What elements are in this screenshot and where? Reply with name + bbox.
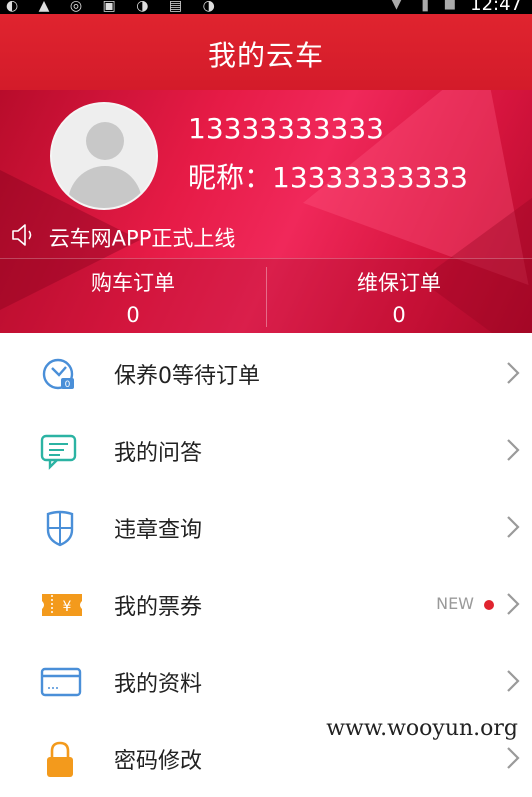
order-count: 0 — [126, 303, 140, 327]
menu-item-label: 我的问答 — [114, 441, 203, 466]
lock-icon — [40, 739, 80, 779]
menu-item-label: 保养0等待订单 — [114, 364, 260, 389]
unread-dot — [484, 600, 494, 610]
menu-item-my-tickets[interactable]: ¥ 我的票券 NEW — [0, 566, 532, 643]
chevron-right-icon — [506, 438, 520, 462]
car-purchase-orders[interactable]: 购车订单 0 — [0, 259, 266, 333]
profile-header: 13333333333 昵称：13333333333 云车网APP正式上线 购车… — [0, 90, 532, 333]
watermark-text: www.wooyun.org — [322, 716, 522, 741]
chat-bubble-icon — [40, 431, 80, 471]
ticket-icon: ¥ — [40, 585, 82, 625]
speaker-icon — [10, 222, 36, 253]
title-bar: 我的云车 — [0, 14, 532, 90]
announcement[interactable]: 云车网APP正式上线 — [10, 222, 235, 252]
chevron-right-icon — [506, 361, 520, 385]
status-bar: ◐ ▲ ◎ ▣ ◑ ▤ ◑ ▼ ▐ ■ 12:47 — [0, 0, 532, 14]
announcement-text: 云车网APP正式上线 — [48, 226, 236, 251]
avatar-body-shape — [68, 166, 142, 208]
order-count: 0 — [392, 303, 406, 327]
menu-item-label: 密码修改 — [114, 749, 203, 774]
status-notification-icons: ◐ ▲ ◎ ▣ ◑ ▤ ◑ — [6, 0, 223, 14]
menu-item-maintenance-pending[interactable]: 0 保养0等待订单 — [0, 335, 532, 412]
avatar[interactable] — [50, 102, 158, 210]
chevron-right-icon — [506, 592, 520, 616]
order-label: 购车订单 — [91, 271, 175, 295]
card-icon — [40, 662, 82, 702]
menu-item-my-qa[interactable]: 我的问答 — [0, 412, 532, 489]
avatar-head-shape — [86, 122, 124, 160]
chevron-right-icon — [506, 515, 520, 539]
menu-item-my-profile[interactable]: 我的资料 — [0, 643, 532, 720]
menu-item-label: 我的票券 — [114, 595, 203, 620]
chevron-right-icon — [506, 669, 520, 693]
svg-text:¥: ¥ — [63, 599, 72, 615]
new-badge: NEW — [436, 594, 474, 613]
order-summary: 购车订单 0 维保订单 0 — [0, 258, 532, 333]
menu-item-violation-query[interactable]: 违章查询 — [0, 489, 532, 566]
status-system-icons: ▼ ▐ ■ — [391, 0, 462, 12]
user-nickname: 昵称：13333333333 — [188, 161, 468, 194]
maintenance-clock-icon: 0 — [40, 354, 80, 394]
menu-item-label: 违章查询 — [114, 518, 203, 543]
status-time: 12:47 — [470, 0, 522, 14]
svg-text:0: 0 — [65, 380, 71, 390]
order-label: 维保订单 — [357, 271, 441, 295]
maintenance-orders[interactable]: 维保订单 0 — [266, 259, 532, 333]
shield-icon — [40, 508, 80, 548]
page-title: 我的云车 — [207, 39, 324, 72]
chevron-right-icon — [506, 746, 520, 770]
menu-item-label: 我的资料 — [114, 672, 203, 697]
user-phone: 13333333333 — [188, 112, 384, 145]
